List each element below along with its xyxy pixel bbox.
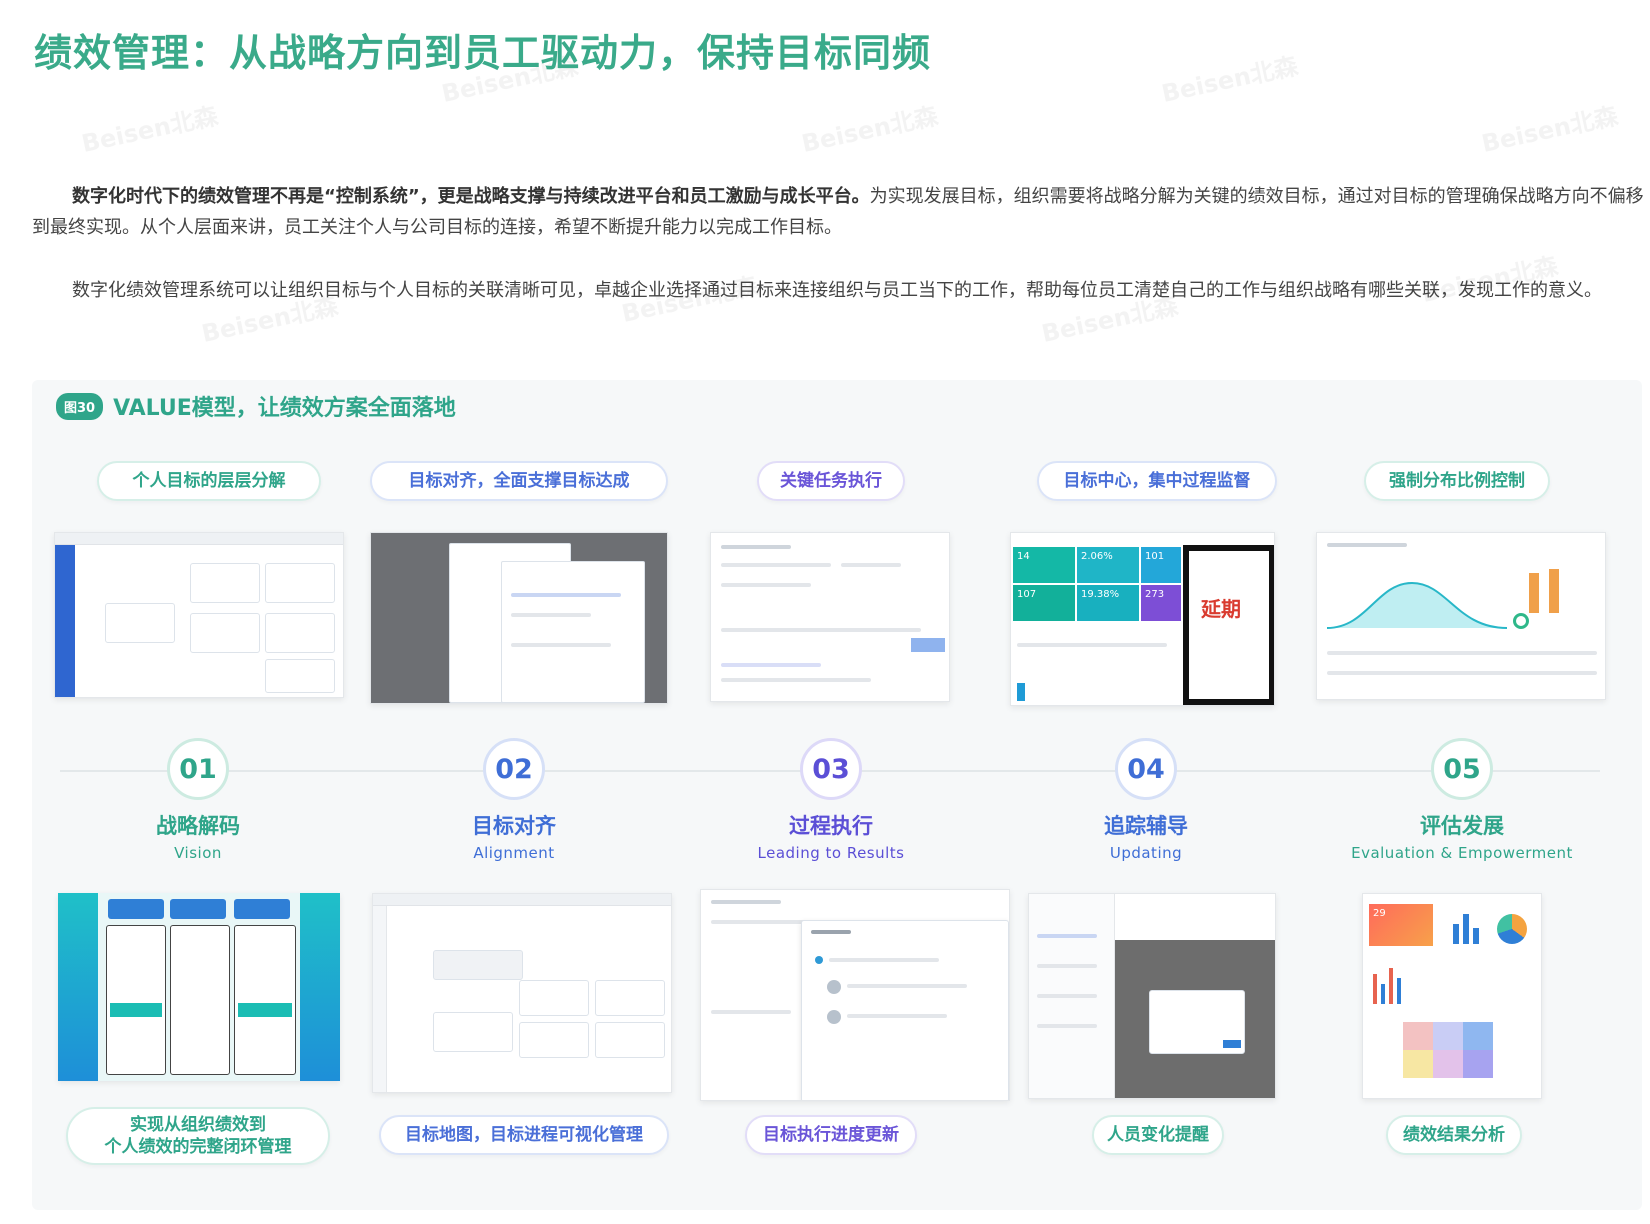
kpi-tile-2: 2.06% — [1077, 547, 1139, 583]
stage-node-1: 01 — [167, 738, 229, 800]
screenshot-result-analysis: 29 — [1362, 893, 1542, 1099]
bottom-pill-1: 实现从组织绩效到 个人绩效的完整闭环管理 — [66, 1107, 330, 1165]
kpi-tile-6: 273 — [1141, 585, 1181, 621]
delay-label: 延期 — [1201, 597, 1241, 621]
top-pill-2: 目标对齐，全面支撑目标达成 — [370, 461, 668, 501]
result-tile: 29 — [1369, 904, 1433, 946]
stage-node-4: 04 — [1115, 738, 1177, 800]
stage-label-3: 过程执行 Leading to Results — [701, 810, 961, 862]
kpi-tile-4: 107 — [1013, 585, 1075, 621]
screenshot-strategy-closed-loop — [58, 893, 340, 1081]
stage-title-5: 评估发展 — [1420, 814, 1504, 838]
stage-title-2: 目标对齐 — [472, 814, 556, 838]
bottom-pill-2: 目标地图，目标进程可视化管理 — [379, 1115, 669, 1155]
screenshot-personnel-alert — [1028, 893, 1276, 1099]
stage-title-1: 战略解码 — [156, 814, 240, 838]
stage-node-2: 02 — [483, 738, 545, 800]
screenshot-distribution-control — [1316, 532, 1606, 700]
stage-subtitle-1: Vision — [174, 844, 222, 862]
distribution-curve — [1327, 581, 1508, 629]
intro-paragraph-1: 数字化时代下的绩效管理不再是“控制系统”，更是战略支撑与持续改进平台和员工激励与… — [32, 181, 1644, 243]
figure-header: 图30 VALUE模型，让绩效方案全面落地 — [56, 390, 456, 422]
watermark-text: Beisen北森 — [79, 101, 221, 159]
kpi-tile-3: 101 — [1141, 547, 1181, 583]
stage-subtitle-5: Evaluation & Empowerment — [1351, 844, 1573, 862]
screenshot-goal-map — [372, 893, 672, 1093]
watermark-text: Beisen北森 — [1159, 51, 1301, 109]
bottom-pill-4: 人员变化提醒 — [1092, 1115, 1224, 1155]
figure-badge: 图30 — [56, 392, 104, 420]
intro-bold-text: 数字化时代下的绩效管理不再是“控制系统”，更是战略支撑与持续改进平台和员工激励与… — [72, 186, 870, 207]
intro-paragraph-2: 数字化绩效管理系统可以让组织目标与个人目标的关联清晰可见，卓越企业选择通过目标来… — [72, 280, 1602, 301]
bottom-pill-5: 绩效结果分析 — [1386, 1115, 1522, 1155]
stage-title-4: 追踪辅导 — [1104, 814, 1188, 838]
stage-label-5: 评估发展 Evaluation & Empowerment — [1312, 810, 1612, 862]
top-pill-3: 关键任务执行 — [757, 461, 905, 501]
kpi-tile-5: 19.38% — [1077, 585, 1139, 621]
stage-node-3: 03 — [800, 738, 862, 800]
stage-subtitle-2: Alignment — [473, 844, 555, 862]
kpi-tile-1: 14 — [1013, 547, 1075, 583]
stage-subtitle-4: Updating — [1109, 844, 1183, 862]
screenshot-goal-decomposition — [54, 532, 344, 698]
stage-label-1: 战略解码 Vision — [68, 810, 328, 862]
figure-title: VALUE模型，让绩效方案全面落地 — [113, 396, 456, 421]
watermark-text: Beisen北森 — [799, 101, 941, 159]
top-pill-1: 个人目标的层层分解 — [97, 461, 321, 501]
stage-label-4: 追踪辅导 Updating — [1016, 810, 1276, 862]
page-title: 绩效管理：从战略方向到员工驱动力，保持目标同频 — [34, 31, 932, 75]
screenshot-goal-center: 14 2.06% 101 107 19.38% 273 延期 — [1010, 532, 1275, 706]
watermark-text: Beisen北森 — [1479, 101, 1621, 159]
stage-title-3: 过程执行 — [789, 814, 873, 838]
screenshot-progress-update — [700, 889, 1010, 1101]
stage-subtitle-3: Leading to Results — [757, 844, 905, 862]
top-pill-4: 目标中心，集中过程监督 — [1037, 461, 1277, 501]
screenshot-goal-alignment — [370, 532, 668, 704]
stage-label-2: 目标对齐 Alignment — [384, 810, 644, 862]
top-pill-5: 强制分布比例控制 — [1364, 461, 1550, 501]
screenshot-task-execution — [710, 532, 950, 702]
bottom-pill-3: 目标执行进度更新 — [745, 1115, 917, 1155]
stage-node-5: 05 — [1431, 738, 1493, 800]
